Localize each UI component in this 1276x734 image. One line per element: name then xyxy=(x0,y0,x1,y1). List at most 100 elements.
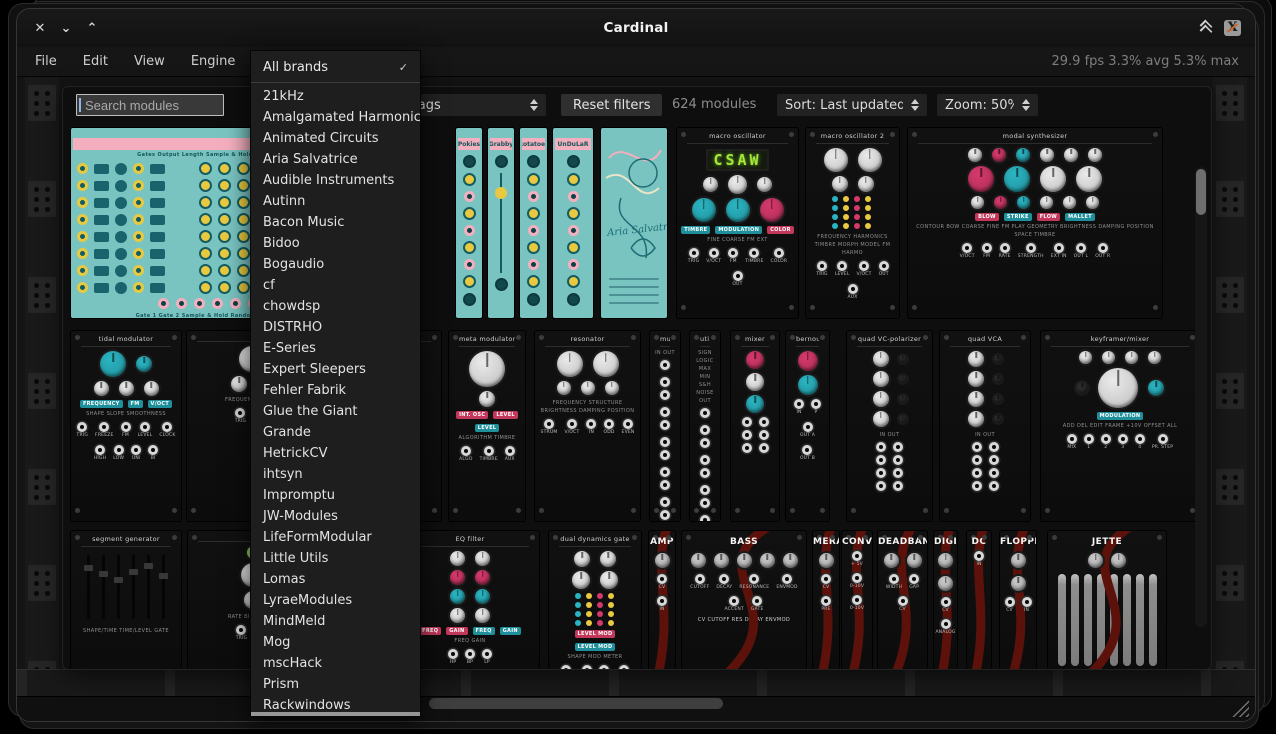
brand-menu-item[interactable]: DISTRHO xyxy=(251,317,420,338)
module-card[interactable]: FLOPPERCVIN xyxy=(1000,531,1036,669)
menu-item-view[interactable]: View xyxy=(134,54,165,69)
cardinal-window: ✕ ⌄ ⌃ Cardinal X FileEditViewEngineHelp2… xyxy=(16,8,1256,722)
menu-item-file[interactable]: File xyxy=(35,54,57,69)
module-card[interactable]: keyframer/mixerMODULATIONADD DEL EDIT FR… xyxy=(1041,331,1199,521)
led xyxy=(597,602,603,608)
brand-menu-item[interactable]: Expert Sleepers xyxy=(251,359,420,380)
brand-menu-item[interactable]: LyraeModules xyxy=(251,590,420,611)
brand-menu-item[interactable]: Bacon Music xyxy=(251,212,420,233)
knob xyxy=(757,177,772,192)
knob xyxy=(760,553,775,568)
module-card[interactable]: meta modulatorINT. OSCLEVELLEVELALGORITH… xyxy=(449,331,525,521)
knob xyxy=(968,351,984,367)
screw-hole xyxy=(1222,197,1227,202)
brand-menu-item[interactable]: Amalgamated Harmonics xyxy=(251,107,420,128)
module-card[interactable]: BASSCUTOFFDECAYRESONANCEENVMODACCENTGATE… xyxy=(682,531,806,669)
knob xyxy=(968,371,984,387)
module-card[interactable]: Aria Salvatrice xyxy=(601,128,667,318)
brand-menu-item[interactable]: mscHack xyxy=(251,653,420,674)
yellow-knob xyxy=(527,275,540,288)
jack-ring xyxy=(802,445,812,455)
param-labels: CONTOUR BOW COARSE FINE FM PLAY GEOMETRY… xyxy=(913,223,1157,239)
module-card[interactable]: DCIN xyxy=(967,531,991,669)
slider[interactable] xyxy=(87,555,90,619)
module-card[interactable]: JETTEINPUT xyxy=(1048,531,1166,669)
brand-menu-item[interactable]: Little Utils xyxy=(251,548,420,569)
brand-menu-item[interactable]: Autinn xyxy=(251,191,420,212)
module-card[interactable]: macro oscillatorCSAWTIMBREMODULATIONCOLO… xyxy=(677,128,798,318)
slider[interactable] xyxy=(117,555,120,619)
brand-menu-item[interactable]: Impromptu xyxy=(251,485,420,506)
module-card[interactable]: DEADBANDWIDTHGAPCV xyxy=(878,531,927,669)
vertical-scrollbar-thumb[interactable] xyxy=(1196,169,1206,215)
brand-menu-item[interactable]: Audible Instruments xyxy=(251,170,420,191)
shade-window-icon[interactable] xyxy=(1200,22,1214,34)
vertical-scrollbar[interactable] xyxy=(1195,167,1207,627)
horizontal-scrollbar-thumb[interactable] xyxy=(429,698,723,709)
module-card[interactable]: resonatorFREQUENCY STRUCTURE BRIGHTNESS … xyxy=(535,331,640,521)
module-card[interactable]: macro oscillator 2FREQUENCY HARMONICS TI… xyxy=(806,128,899,318)
jack-label: TRIG xyxy=(77,433,89,438)
module-card[interactable]: Rotatoes xyxy=(520,128,547,318)
module-card[interactable]: DIGICVANALOG xyxy=(934,531,957,669)
module-title: DIGI xyxy=(934,537,957,547)
module-card[interactable]: AMPCVIN xyxy=(649,531,675,669)
yellow-knob xyxy=(463,173,476,186)
module-card[interactable]: CONV+ 5V0-10V0-10V xyxy=(842,531,872,669)
slider[interactable] xyxy=(147,555,150,619)
module-card[interactable]: segment generatorSHAPE/TIME TIME/LEVEL G… xyxy=(71,531,181,669)
module-card[interactable]: quad VCAIN OUT xyxy=(940,331,1030,521)
menu-item-edit[interactable]: Edit xyxy=(83,54,108,69)
brand-menu-item[interactable]: E-Series xyxy=(251,338,420,359)
brand-menu-item[interactable]: Animated Circuits xyxy=(251,128,420,149)
param-labels: FREQ GAIN xyxy=(406,637,534,645)
brand-menu-item[interactable]: ihtsyn xyxy=(251,464,420,485)
brand-menu-item[interactable]: 21kHz xyxy=(251,86,420,107)
jack-label: V/OCT xyxy=(706,259,721,264)
brand-menu-item[interactable]: Lomas xyxy=(251,569,420,590)
module-card[interactable]: EQ filterFREQGAINFREQGAINFREQ GAINHPBPLP xyxy=(401,531,539,669)
menu-item-engine[interactable]: Engine xyxy=(191,54,236,69)
brand-menu-item[interactable]: MindMeld xyxy=(251,611,420,632)
screw-hole xyxy=(1233,197,1238,202)
brand-menu-item[interactable]: Bidoo xyxy=(251,233,420,254)
brand-menu-item[interactable]: Prism xyxy=(251,674,420,695)
module-card[interactable]: Grabby xyxy=(488,128,514,318)
module-card[interactable]: utilitiesSIGN LOGIC MAX MIN S&H NOISE OU… xyxy=(690,331,720,521)
brand-menu-item[interactable]: cf xyxy=(251,275,420,296)
jack: BI xyxy=(148,445,158,461)
module-card[interactable]: Pokies xyxy=(456,128,482,318)
led xyxy=(586,611,592,617)
slider-track[interactable] xyxy=(500,173,502,273)
led-matrix xyxy=(549,593,641,626)
brand-menu-item[interactable]: LifeFormModular xyxy=(251,527,420,548)
jack-ring xyxy=(837,261,847,271)
module-card[interactable]: mixer xyxy=(731,331,779,521)
slider[interactable] xyxy=(162,555,165,619)
slider[interactable] xyxy=(132,555,135,619)
brand-menu-item[interactable]: Fehler Fabrik xyxy=(251,380,420,401)
yellow-knob xyxy=(463,241,476,254)
brand-menu-item[interactable]: Grande xyxy=(251,422,420,443)
screw-hole xyxy=(34,379,39,384)
titlebar: ✕ ⌄ ⌃ Cardinal X xyxy=(17,9,1255,47)
brand-menu-item[interactable]: HetrickCV xyxy=(251,443,420,464)
brand-menu-item[interactable]: JW-Modules xyxy=(251,506,420,527)
slider[interactable] xyxy=(102,555,105,619)
brand-menu-item-all[interactable]: All brands ✓ xyxy=(251,55,420,79)
module-card[interactable]: multiplesIN OUT xyxy=(650,331,680,521)
module-card[interactable]: quad VC-polarizerIN OUT xyxy=(847,331,932,521)
brand-menu-item[interactable]: Mog xyxy=(251,632,420,653)
module-card[interactable]: MERACVPRE xyxy=(813,531,839,669)
brand-menu-item[interactable]: Aria Salvatrice xyxy=(251,149,420,170)
brand-menu-item[interactable]: Bogaudio xyxy=(251,254,420,275)
module-card[interactable]: UnDuLaR xyxy=(553,128,593,318)
led xyxy=(608,593,614,599)
module-card[interactable]: modal synthesizerBLOWSTRIKEFLOWMALLETCON… xyxy=(908,128,1162,318)
jack-ring xyxy=(484,446,494,456)
module-card[interactable]: bernoulli gateINPOUT AOUT B xyxy=(786,331,829,521)
module-card[interactable]: dual dynamics gateLEVEL MODLEVEL MODSHAP… xyxy=(549,531,641,669)
brand-menu-item[interactable]: Glue the Giant xyxy=(251,401,420,422)
module-card[interactable]: tidal modulatorFREQUENCYFMV/OCTSHAPE SLO… xyxy=(71,331,181,521)
brand-menu-item[interactable]: chowdsp xyxy=(251,296,420,317)
